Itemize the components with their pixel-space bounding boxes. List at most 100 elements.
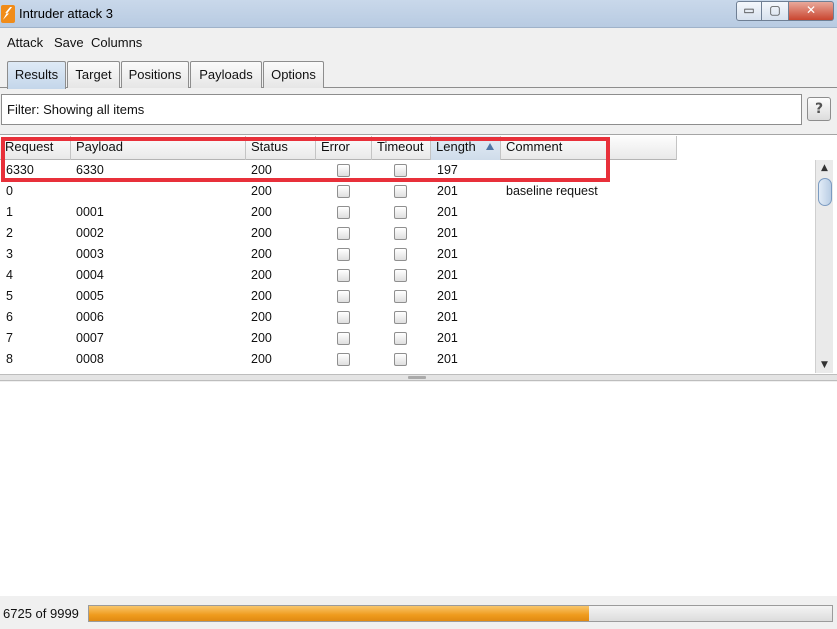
table-row[interactable]: 3 0003 200 201 [0, 244, 815, 265]
menu-attack[interactable]: Attack [7, 35, 43, 50]
error-checkbox[interactable] [337, 353, 350, 366]
cell-request: 5 [6, 289, 13, 303]
error-checkbox[interactable] [337, 269, 350, 282]
progress-bar [88, 605, 833, 622]
timeout-checkbox[interactable] [394, 311, 407, 324]
timeout-checkbox[interactable] [394, 353, 407, 366]
cell-comment [500, 160, 506, 181]
vertical-scrollbar[interactable]: ▲ ▼ [815, 160, 833, 373]
table-header: Request Payload Status Error Timeout Len… [0, 136, 677, 160]
column-header-payload[interactable]: Payload [71, 136, 246, 160]
cell-length: 201 [437, 310, 458, 324]
cell-comment [500, 328, 506, 349]
cell-status: 200 [251, 247, 272, 261]
cell-status: 200 [251, 226, 272, 240]
minimize-button[interactable]: ▭ [736, 1, 762, 21]
cell-payload: 0004 [76, 268, 104, 282]
cell-request: 0 [6, 184, 13, 198]
title-bar: Intruder attack 3 ▭ ▢ ✕ [0, 0, 837, 28]
table-row[interactable]: 5 0005 200 201 [0, 286, 815, 307]
tab-positions[interactable]: Positions [121, 61, 189, 88]
cell-request: 6 [6, 310, 13, 324]
error-checkbox[interactable] [337, 227, 350, 240]
column-header-error[interactable]: Error [316, 136, 372, 160]
cell-status: 200 [251, 268, 272, 282]
cell-payload: 0006 [76, 310, 104, 324]
error-checkbox[interactable] [337, 332, 350, 345]
filter-text: Filter: Showing all items [7, 102, 145, 117]
table-row[interactable]: 8 0008 200 201 [0, 349, 815, 370]
column-header-request[interactable]: Request [0, 136, 71, 160]
table-row[interactable]: 6330 6330 200 197 [0, 160, 815, 181]
menu-save[interactable]: Save [54, 35, 84, 50]
cell-length: 201 [437, 331, 458, 345]
timeout-checkbox[interactable] [394, 332, 407, 345]
table-row[interactable]: 4 0004 200 201 [0, 265, 815, 286]
cell-payload: 0007 [76, 331, 104, 345]
cell-comment [500, 223, 506, 244]
close-button[interactable]: ✕ [789, 1, 834, 21]
timeout-checkbox[interactable] [394, 269, 407, 282]
table-row[interactable]: 6 0006 200 201 [0, 307, 815, 328]
scroll-down-icon[interactable]: ▼ [816, 357, 833, 373]
timeout-checkbox[interactable] [394, 164, 407, 177]
status-bar: 6725 of 9999 [0, 597, 837, 629]
progress-fill [89, 606, 589, 621]
column-header-length[interactable]: Length [431, 136, 501, 160]
cell-status: 200 [251, 184, 272, 198]
tab-options[interactable]: Options [263, 61, 324, 88]
error-checkbox[interactable] [337, 185, 350, 198]
cell-request: 6330 [6, 163, 34, 177]
error-checkbox[interactable] [337, 164, 350, 177]
column-header-timeout[interactable]: Timeout [372, 136, 431, 160]
scroll-up-icon[interactable]: ▲ [816, 160, 833, 176]
cell-payload: 0001 [76, 205, 104, 219]
results-table: Request Payload Status Error Timeout Len… [0, 134, 837, 374]
sort-ascending-icon [486, 143, 494, 150]
timeout-checkbox[interactable] [394, 206, 407, 219]
tab-strip: Results Target Positions Payloads Option… [0, 57, 837, 89]
timeout-checkbox[interactable] [394, 248, 407, 261]
cell-payload: 0003 [76, 247, 104, 261]
cell-payload [70, 181, 76, 202]
scroll-thumb[interactable] [818, 178, 832, 206]
maximize-button[interactable]: ▢ [762, 1, 789, 21]
error-checkbox[interactable] [337, 248, 350, 261]
timeout-checkbox[interactable] [394, 290, 407, 303]
table-row[interactable]: 1 0001 200 201 [0, 202, 815, 223]
tab-target[interactable]: Target [67, 61, 120, 88]
cell-comment [500, 244, 506, 265]
table-row[interactable]: 2 0002 200 201 [0, 223, 815, 244]
timeout-checkbox[interactable] [394, 227, 407, 240]
error-checkbox[interactable] [337, 206, 350, 219]
cell-status: 200 [251, 310, 272, 324]
cell-request: 8 [6, 352, 13, 366]
cell-payload: 0005 [76, 289, 104, 303]
cell-comment: baseline request [506, 184, 598, 198]
burp-lightning-icon [1, 5, 15, 23]
tab-payloads[interactable]: Payloads [190, 61, 262, 88]
tab-results[interactable]: Results [7, 61, 66, 89]
cell-length: 201 [437, 247, 458, 261]
cell-request: 1 [6, 205, 13, 219]
timeout-checkbox[interactable] [394, 185, 407, 198]
cell-length: 201 [437, 226, 458, 240]
table-row[interactable]: 0 200 201 baseline request [0, 181, 815, 202]
cell-length: 197 [437, 163, 458, 177]
panel-splitter[interactable] [0, 374, 837, 381]
error-checkbox[interactable] [337, 290, 350, 303]
error-checkbox[interactable] [337, 311, 350, 324]
column-header-comment[interactable]: Comment [501, 136, 677, 160]
cell-length: 201 [437, 352, 458, 366]
menu-columns[interactable]: Columns [91, 35, 142, 50]
progress-count: 6725 of 9999 [3, 606, 79, 621]
splitter-grip-icon[interactable] [408, 376, 426, 379]
cell-payload: 0008 [76, 352, 104, 366]
cell-payload: 6330 [76, 163, 104, 177]
cell-length: 201 [437, 268, 458, 282]
filter-bar[interactable]: Filter: Showing all items [1, 94, 802, 125]
question-icon[interactable]: ? [807, 97, 831, 121]
column-header-status[interactable]: Status [246, 136, 316, 160]
table-row[interactable]: 7 0007 200 201 [0, 328, 815, 349]
column-header-length-label: Length [436, 139, 476, 154]
